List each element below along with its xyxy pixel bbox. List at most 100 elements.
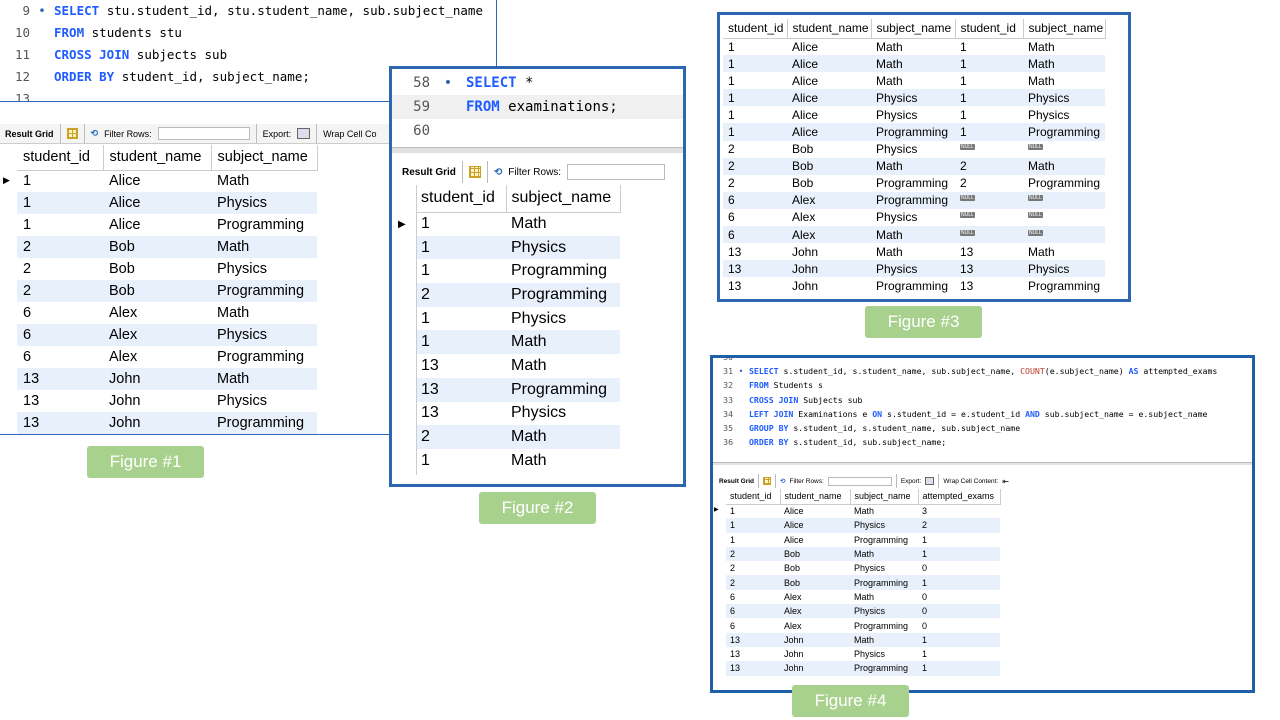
sql-editor[interactable]: 30 31 • SELECT s.student_id, s.student_name… xyxy=(713,358,1252,454)
table-cell[interactable]: Physics xyxy=(506,236,620,260)
table-row[interactable]: 1 Alice Programming 1 Programming xyxy=(723,123,1105,141)
table-cell[interactable]: 2 xyxy=(17,236,103,258)
table-row[interactable]: 1 Programming xyxy=(416,259,620,284)
table-cell[interactable]: Math xyxy=(850,590,918,604)
table-cell[interactable]: 1 xyxy=(416,212,506,236)
table-cell[interactable]: Physics xyxy=(871,209,955,226)
column-header[interactable]: subject_name xyxy=(211,145,318,171)
table-row[interactable]: 1 Alice Physics xyxy=(17,192,317,214)
table-cell[interactable]: Programming xyxy=(1023,277,1105,294)
table-cell[interactable]: Programming xyxy=(850,661,918,675)
table-cell[interactable]: 2 xyxy=(723,141,787,158)
refresh-icon[interactable]: ⟲ xyxy=(780,477,785,485)
column-header[interactable]: subject_name xyxy=(1023,19,1106,39)
table-cell[interactable]: 6 xyxy=(17,324,103,346)
table-cell[interactable]: 1 xyxy=(723,55,787,72)
table-row[interactable]: 13 John Math 1 xyxy=(726,632,1000,647)
table-cell[interactable]: Physics xyxy=(1023,106,1105,123)
grid-icon[interactable] xyxy=(66,128,78,139)
table-row[interactable]: 13 Math xyxy=(416,354,620,378)
table-cell[interactable]: 1 xyxy=(955,123,1023,140)
column-header[interactable]: subject_name xyxy=(506,185,621,213)
sql-editor[interactable]: 58 • SELECT * 59 FROM examinations; 60 xyxy=(392,71,683,147)
table-cell[interactable]: 1 xyxy=(918,547,1000,561)
refresh-icon[interactable]: ⟲ xyxy=(91,128,99,139)
table-row[interactable]: 2 Bob Programming xyxy=(17,280,317,302)
table-cell[interactable]: 13 xyxy=(726,647,780,661)
table-cell[interactable]: NULL xyxy=(955,226,1023,243)
table-cell[interactable]: John xyxy=(780,633,850,647)
table-cell[interactable]: Programming xyxy=(871,175,955,192)
table-cell[interactable]: Bob xyxy=(103,258,211,280)
table-cell[interactable]: 13 xyxy=(17,412,103,434)
table-cell[interactable]: Math xyxy=(506,425,620,449)
table-cell[interactable]: Bob xyxy=(787,158,871,175)
table-cell[interactable]: 2 xyxy=(726,547,780,561)
table-cell[interactable]: 3 xyxy=(918,504,1000,518)
column-header[interactable]: student_id xyxy=(17,145,104,171)
table-cell[interactable]: 13 xyxy=(955,243,1023,260)
column-header[interactable]: attempted_exams xyxy=(918,489,1001,505)
table-row[interactable]: 13 Programming xyxy=(416,377,620,402)
table-row[interactable]: 13 John Programming 13 Programming xyxy=(723,277,1105,295)
table-cell[interactable]: 13 xyxy=(416,354,506,378)
table-cell[interactable]: 6 xyxy=(726,590,780,604)
table-cell[interactable]: 1 xyxy=(723,123,787,140)
table-cell[interactable]: Programming xyxy=(871,123,955,140)
table-cell[interactable]: Math xyxy=(871,55,955,72)
grid-icon[interactable] xyxy=(468,166,481,178)
table-cell[interactable]: 6 xyxy=(723,209,787,226)
table-cell[interactable]: Math xyxy=(1023,72,1105,89)
table-row[interactable]: 1 Alice Physics 2 xyxy=(726,518,1000,533)
table-row[interactable]: 2 Programming xyxy=(416,283,620,307)
table-row[interactable]: 1 Alice Math 1 Math xyxy=(723,38,1105,56)
table-row[interactable]: 2 Bob Programming 2 Programming xyxy=(723,174,1105,192)
table-cell[interactable]: Programming xyxy=(871,192,955,209)
table-row[interactable]: 1 Math xyxy=(416,212,620,236)
table-cell[interactable]: Math xyxy=(850,504,918,518)
table-cell[interactable]: 2 xyxy=(416,425,506,449)
table-cell[interactable]: NULL xyxy=(1023,141,1105,158)
table-cell[interactable]: 2 xyxy=(955,158,1023,175)
table-cell[interactable]: Physics xyxy=(211,192,317,214)
table-cell[interactable]: Math xyxy=(211,302,317,324)
table-cell[interactable]: Bob xyxy=(780,575,850,589)
filter-rows-input[interactable] xyxy=(567,164,666,180)
table-cell[interactable]: Bob xyxy=(103,236,211,258)
table-cell[interactable]: 13 xyxy=(726,661,780,675)
table-cell[interactable]: Alex xyxy=(780,604,850,618)
table-cell[interactable]: 0 xyxy=(918,604,1000,618)
table-cell[interactable]: 13 xyxy=(723,260,787,277)
table-cell[interactable]: Programming xyxy=(211,412,317,434)
table-row[interactable]: 2 Bob Math xyxy=(17,236,317,258)
table-cell[interactable]: 1 xyxy=(416,330,506,354)
table-cell[interactable]: Math xyxy=(211,368,317,390)
table-cell[interactable]: Alice xyxy=(787,89,871,106)
table-row[interactable]: 13 John Programming 1 xyxy=(726,661,1000,676)
table-cell[interactable]: NULL xyxy=(955,141,1023,158)
table-row[interactable]: 6 Alex Math 0 xyxy=(726,589,1000,605)
table-cell[interactable]: Physics xyxy=(871,260,955,277)
table-cell[interactable]: Math xyxy=(850,547,918,561)
table-cell[interactable]: Math xyxy=(850,633,918,647)
table-row[interactable]: 1 Alice Math 1 Math xyxy=(723,55,1105,73)
table-cell[interactable]: Alice xyxy=(787,72,871,89)
table-row[interactable]: 2 Bob Physics NULL NULL xyxy=(723,140,1105,158)
table-cell[interactable]: 13 xyxy=(955,277,1023,294)
column-header[interactable]: student_name xyxy=(787,19,872,39)
table-cell[interactable]: Physics xyxy=(211,390,317,412)
column-header[interactable]: student_id xyxy=(726,489,781,505)
table-cell[interactable]: Physics xyxy=(871,106,955,123)
table-cell[interactable]: Alex xyxy=(780,618,850,632)
table-cell[interactable]: NULL xyxy=(1023,192,1105,209)
table-row[interactable]: 6 Alex Programming xyxy=(17,346,317,368)
table-cell[interactable]: Programming xyxy=(850,533,918,547)
table-cell[interactable]: Math xyxy=(211,170,317,192)
table-cell[interactable]: Alex xyxy=(787,226,871,243)
table-cell[interactable]: 1 xyxy=(955,55,1023,72)
grid-icon[interactable] xyxy=(763,477,772,485)
table-cell[interactable]: John xyxy=(780,647,850,661)
table-row[interactable]: 13 John Programming xyxy=(17,412,317,434)
table-cell[interactable]: Math xyxy=(506,449,620,473)
table-cell[interactable]: 13 xyxy=(723,243,787,260)
